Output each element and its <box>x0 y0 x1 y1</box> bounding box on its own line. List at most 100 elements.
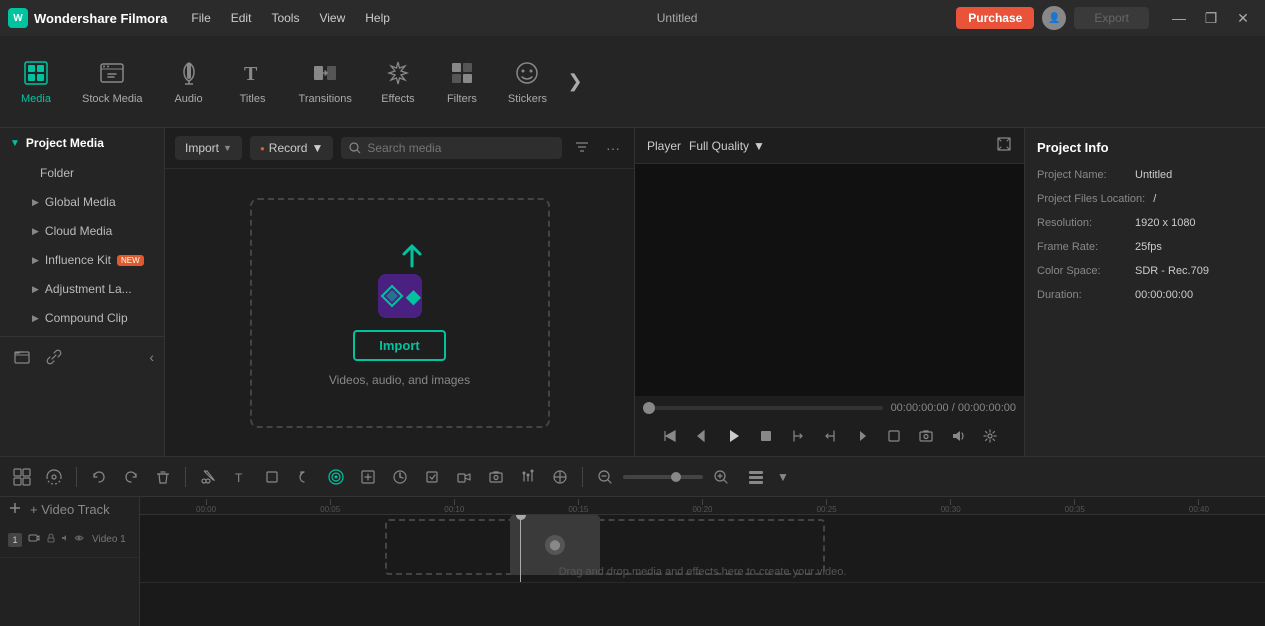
more-options-btn[interactable]: ▼ <box>769 463 797 491</box>
placeholder-button[interactable] <box>354 463 382 491</box>
zoom-out-button[interactable] <box>591 463 619 491</box>
track-lock-icon[interactable] <box>46 533 56 546</box>
frame-forward-button[interactable] <box>848 422 876 450</box>
settings-button[interactable] <box>976 422 1004 450</box>
link-button[interactable] <box>42 345 66 369</box>
zoom-in-button[interactable] <box>707 463 735 491</box>
razor-button[interactable] <box>194 463 222 491</box>
sidebar-item-compound-clip[interactable]: ▶ Compound Clip <box>4 304 160 332</box>
track-audio-icon[interactable] <box>60 533 70 546</box>
snapshot-button[interactable] <box>912 422 940 450</box>
sidebar-item-global-media[interactable]: ▶ Global Media <box>4 188 160 216</box>
import-label: Import <box>185 141 219 155</box>
search-input[interactable] <box>367 141 554 155</box>
titlebar-right: Purchase 👤 Export <box>956 6 1149 30</box>
media-icon <box>22 59 50 87</box>
sidebar-project-media[interactable]: ▼ Project Media <box>0 128 164 158</box>
frame-back-button[interactable] <box>688 422 716 450</box>
menu-edit[interactable]: Edit <box>223 7 260 29</box>
total-time: 00:00:00:00 <box>958 402 1016 414</box>
duration-label: Duration: <box>1037 289 1127 301</box>
purchase-button[interactable]: Purchase <box>956 7 1034 29</box>
speed-button[interactable] <box>386 463 414 491</box>
timeline-track-labels: + Video Track 1 Vi <box>0 497 140 626</box>
maximize-button[interactable]: ❐ <box>1197 4 1225 32</box>
undo-button[interactable] <box>85 463 113 491</box>
player-viewport <box>635 164 1024 396</box>
search-icon <box>349 142 361 154</box>
sidebar-item-folder[interactable]: Folder <box>4 159 160 187</box>
mark-out-button[interactable] <box>816 422 844 450</box>
motion-track-button[interactable] <box>40 463 68 491</box>
menu-view[interactable]: View <box>311 7 353 29</box>
scrubber-thumb[interactable] <box>643 402 655 414</box>
time-display: 00:00:00:00 / 00:00:00:00 <box>891 402 1016 414</box>
toolbar-titles[interactable]: T Titles <box>221 42 285 122</box>
stop-button[interactable] <box>752 422 780 450</box>
minimize-button[interactable]: — <box>1165 4 1193 32</box>
audio-fx-button[interactable] <box>514 463 542 491</box>
menu-file[interactable]: File <box>183 7 218 29</box>
redo-button[interactable] <box>117 463 145 491</box>
close-button[interactable]: ✕ <box>1229 4 1257 32</box>
toolbar-filters[interactable]: Filters <box>430 42 494 122</box>
sidebar-item-cloud-media[interactable]: ▶ Cloud Media <box>4 217 160 245</box>
playback-buttons <box>643 422 1016 450</box>
track-eye-icon[interactable] <box>74 533 84 546</box>
toolbar-more-button[interactable]: ❯ <box>561 68 589 96</box>
sidebar-item-adjustment[interactable]: ▶ Adjustment La... <box>4 275 160 303</box>
volume-button[interactable] <box>944 422 972 450</box>
stabilize-button[interactable] <box>418 463 446 491</box>
mark-in-button[interactable] <box>784 422 812 450</box>
fullscreen-button[interactable] <box>996 136 1012 155</box>
audio-label: Audio <box>174 93 202 105</box>
filter-icon[interactable] <box>570 137 594 160</box>
avatar[interactable]: 👤 <box>1042 6 1066 30</box>
reverse-button[interactable] <box>290 463 318 491</box>
record-chevron-icon: ▼ <box>311 141 323 155</box>
import-dropzone[interactable]: Import Videos, audio, and images <box>250 198 550 428</box>
menu-help[interactable]: Help <box>357 7 398 29</box>
ruler-mark-2: 00:10 <box>392 499 516 514</box>
import-button[interactable]: Import <box>353 330 445 361</box>
project-location-value: / <box>1153 193 1156 205</box>
screenshot-button[interactable] <box>482 463 510 491</box>
sidebar-item-influence-kit[interactable]: ▶ Influence Kit NEW <box>4 246 160 274</box>
quality-selector[interactable]: Full Quality ▼ <box>689 139 765 153</box>
add-video-track-button[interactable] <box>8 501 22 518</box>
layout-button[interactable] <box>747 468 765 486</box>
toolbar-divider-2 <box>185 467 186 487</box>
color-correction-button[interactable] <box>546 463 574 491</box>
main-toolbar: Media Stock Media Audio <box>0 36 1265 128</box>
sidebar-collapse-button[interactable]: ‹ <box>149 349 154 365</box>
more-options-icon[interactable]: ··· <box>602 138 624 158</box>
colorspace-value: SDR - Rec.709 <box>1135 265 1209 277</box>
info-row-name: Project Name: Untitled <box>1037 169 1253 181</box>
text-button[interactable]: T <box>226 463 254 491</box>
play-button[interactable] <box>720 422 748 450</box>
track-area[interactable]: ⬤ Drag and drop media and effects here t… <box>140 515 1265 626</box>
zoom-slider-thumb[interactable] <box>671 472 681 482</box>
toolbar-audio[interactable]: Audio <box>157 42 221 122</box>
audio-detach-button[interactable] <box>450 463 478 491</box>
toolbar-transitions[interactable]: Transitions <box>285 42 366 122</box>
record-dropdown-button[interactable]: ● Record ▼ <box>250 136 333 160</box>
import-dropdown-button[interactable]: Import ▼ <box>175 136 242 160</box>
delete-button[interactable] <box>149 463 177 491</box>
zoom-slider[interactable] <box>623 475 703 479</box>
add-folder-button[interactable] <box>10 345 34 369</box>
timeline-content: + Video Track 1 Vi <box>0 497 1265 626</box>
toolbar-stock-media[interactable]: Stock Media <box>68 42 157 122</box>
menu-tools[interactable]: Tools <box>263 7 307 29</box>
toolbar-media[interactable]: Media <box>4 42 68 122</box>
crop-button[interactable] <box>258 463 286 491</box>
toolbar-effects[interactable]: Effects <box>366 42 430 122</box>
ruler-mark-3: 00:15 <box>516 499 640 514</box>
skip-back-button[interactable] <box>656 422 684 450</box>
toolbar-stickers[interactable]: Stickers <box>494 42 561 122</box>
fullscreen2-button[interactable] <box>880 422 908 450</box>
export-button[interactable]: Export <box>1074 7 1149 29</box>
scrubber-track[interactable] <box>643 406 883 410</box>
scene-detect-button[interactable] <box>8 463 36 491</box>
ripple-button[interactable] <box>322 463 350 491</box>
